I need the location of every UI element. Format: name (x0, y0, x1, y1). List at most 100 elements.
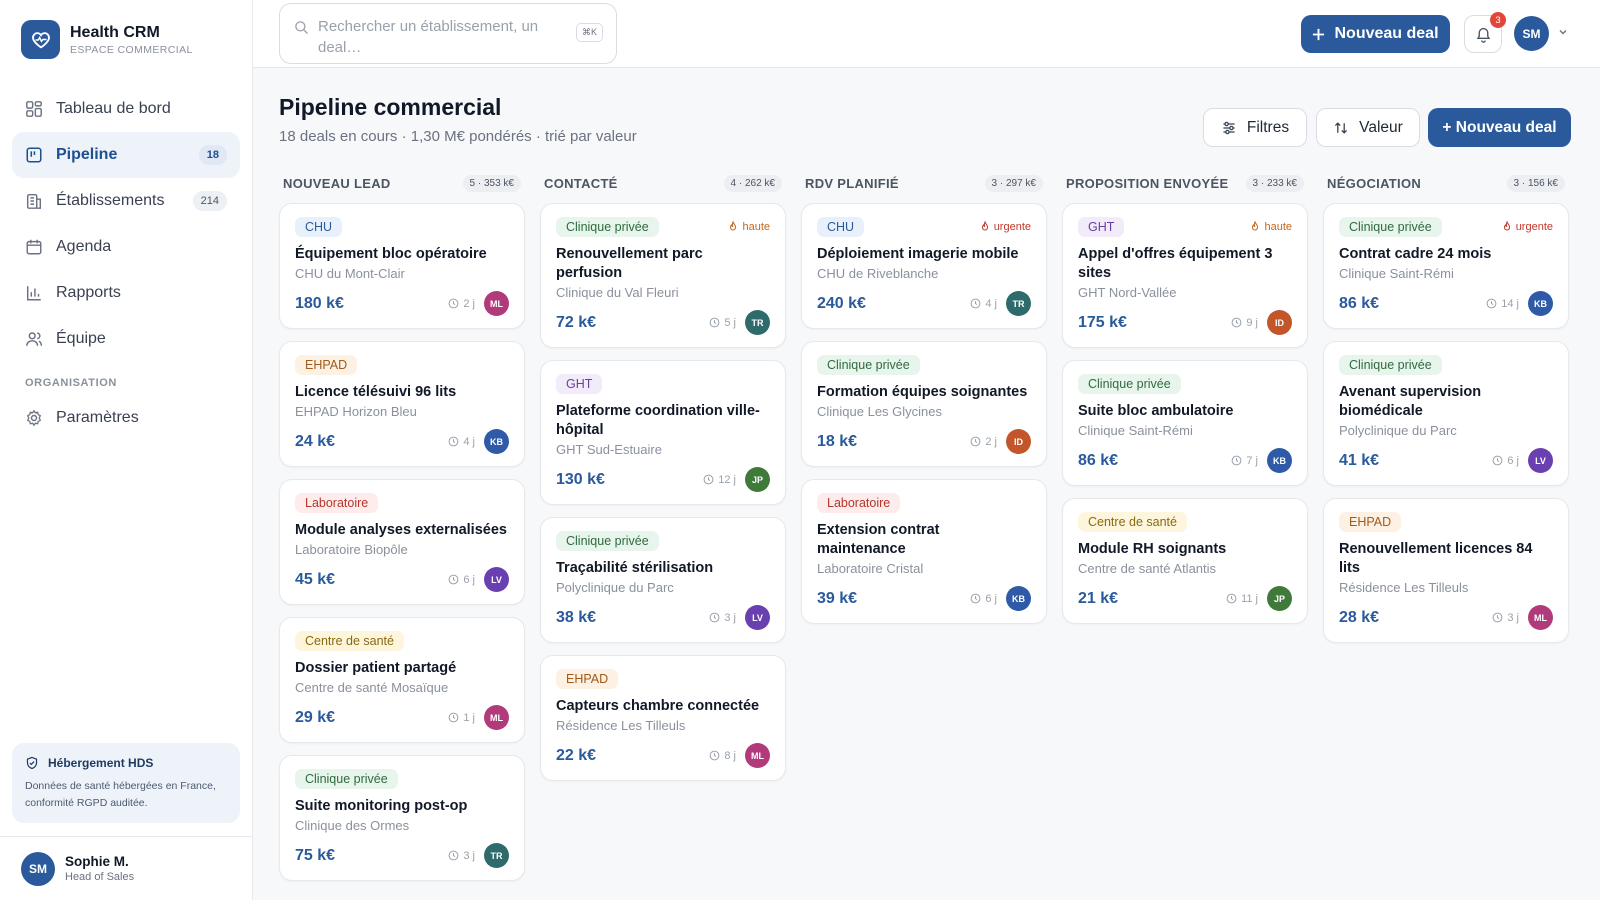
owner-avatar[interactable]: ML (745, 743, 770, 768)
new-deal-header-label: + Nouveau deal (1442, 118, 1557, 136)
category-tag: Centre de santé (295, 630, 404, 651)
deal-card[interactable]: Centre de santé Module RH soignants Centre… (1062, 498, 1308, 624)
owner-avatar[interactable]: ML (1528, 605, 1553, 630)
calendar-icon (26, 239, 42, 255)
card-list: CHU urgente Déploiement imagerie mobile CHU… (801, 203, 1047, 624)
deal-age-label: 6 j (985, 592, 997, 605)
deal-age: 4 j (448, 436, 475, 448)
deal-card[interactable]: Laboratoire Extension contrat maintenance… (801, 479, 1047, 624)
owner-avatar[interactable]: JP (1267, 586, 1292, 611)
sidebar-item-pipeline[interactable]: Pipeline 18 (12, 132, 240, 178)
clock-icon (448, 712, 459, 723)
owner-avatar[interactable]: KB (484, 429, 509, 454)
kanban-board: NOUVEAU LEAD 5 · 353 k€ CHU Équipement bloc… (279, 171, 1584, 893)
column-header: PROPOSITION ENVOYÉE 3 · 233 k€ (1062, 171, 1308, 195)
category-tag: Clinique privée (556, 216, 659, 237)
deal-card[interactable]: EHPAD Licence télésuivi 96 lits EHPAD Hori… (279, 341, 525, 467)
priority-label: haute (742, 220, 770, 233)
deal-organization: Clinique des Ormes (295, 818, 410, 833)
deal-card[interactable]: EHPAD Capteurs chambre connectée Résidence… (540, 655, 786, 781)
owner-avatar[interactable]: TR (1006, 291, 1031, 316)
deal-amount: 180 k€ (295, 294, 344, 312)
deal-card[interactable]: GHT Plateforme coordination ville-hôpital… (540, 360, 786, 505)
owner-avatar[interactable]: KB (1528, 291, 1553, 316)
clock-icon (448, 436, 459, 447)
deal-organization: Clinique du Val Fleuri (556, 285, 679, 300)
deal-age: 9 j (1231, 317, 1258, 329)
user-profile[interactable]: SM Sophie M. Head of Sales (0, 836, 253, 900)
deal-card[interactable]: CHU Équipement bloc opératoire CHU du Mont… (279, 203, 525, 329)
deal-card[interactable]: Clinique privée Suite monitoring post-op C… (279, 755, 525, 881)
avatar[interactable]: SM (1514, 16, 1549, 51)
gear-icon (26, 409, 42, 427)
deal-card[interactable]: Clinique privée haute Renouvellement parc … (540, 203, 786, 348)
deal-card[interactable]: GHT haute Appel d'offres équipement 3 site… (1062, 203, 1308, 348)
owner-avatar[interactable]: ID (1006, 429, 1031, 454)
deal-card[interactable]: EHPAD Renouvellement licences 84 lits Rési… (1323, 498, 1569, 643)
column-header: CONTACTÉ 4 · 262 k€ (540, 171, 786, 195)
category-tag: Clinique privée (1078, 373, 1181, 394)
priority-badge: urgente (980, 221, 1031, 233)
deal-amount: 38 k€ (556, 608, 597, 626)
category-tag: CHU (295, 216, 343, 237)
nav-section-label: ORGANISATION (25, 377, 117, 389)
owner-avatar[interactable]: TR (745, 310, 770, 335)
sidebar-item-agenda[interactable]: Agenda (12, 224, 240, 270)
sidebar-item-rapports[interactable]: Rapports (12, 270, 240, 316)
owner-avatar[interactable]: LV (745, 605, 770, 630)
deal-title: Avenant supervision biomédicale (1339, 384, 1482, 419)
owner-avatar[interactable]: KB (1267, 448, 1292, 473)
deal-card[interactable]: Clinique privée Avenant supervision biomé… (1323, 341, 1569, 486)
sidebar-item-equipe[interactable]: Équipe (12, 316, 240, 362)
deal-amount: 22 k€ (556, 746, 597, 764)
owner-avatar[interactable]: JP (745, 467, 770, 492)
deal-organization: GHT Nord-Vallée (1078, 285, 1177, 300)
owner-avatar[interactable]: LV (1528, 448, 1553, 473)
deal-card[interactable]: Clinique privée Traçabilité stérilisation… (540, 517, 786, 643)
sidebar-item-parametres[interactable]: Paramètres (12, 395, 240, 441)
sidebar-nav: Tableau de bord Pipeline 18 Établissemen… (12, 86, 240, 441)
search-input[interactable]: Rechercher un établissement, un deal… ⌘K (279, 3, 617, 64)
sidebar-item-dashboard[interactable]: Tableau de bord (12, 86, 240, 132)
column-summary-badge: 3 · 233 k€ (1245, 174, 1304, 192)
filters-button[interactable]: Filtres (1203, 108, 1307, 147)
flame-icon (1252, 221, 1259, 231)
deal-age-label: 7 j (1246, 454, 1258, 467)
owner-avatar[interactable]: KB (1006, 586, 1031, 611)
notifications-button[interactable]: 3 (1464, 12, 1506, 53)
deal-age: 8 j (709, 750, 736, 762)
category-tag: Laboratoire (817, 492, 901, 513)
hds-title: Hébergement HDS (48, 756, 154, 770)
chevron-down-icon[interactable] (1558, 27, 1568, 37)
column-summary-badge: 4 · 262 k€ (723, 174, 782, 192)
clock-icon (1231, 317, 1242, 328)
deal-card[interactable]: CHU urgente Déploiement imagerie mobile CHU… (801, 203, 1047, 329)
owner-avatar[interactable]: ML (484, 705, 509, 730)
pipeline-column: PROPOSITION ENVOYÉE 3 · 233 k€ GHT haute App… (1062, 171, 1308, 893)
deal-title: Suite bloc ambulatoire (1078, 403, 1234, 419)
sidebar-item-etablissements[interactable]: Établissements 214 (12, 178, 240, 224)
plus-icon (1313, 28, 1325, 40)
deal-age-label: 8 j (724, 749, 736, 762)
building-icon (26, 193, 42, 209)
new-deal-button[interactable]: Nouveau deal (1301, 15, 1450, 53)
sort-button[interactable]: Valeur (1316, 108, 1420, 147)
deal-age: 4 j (970, 298, 997, 310)
deal-card[interactable]: Clinique privée urgente Contrat cadre 24 m… (1323, 203, 1569, 329)
deal-card[interactable]: Clinique privée Suite bloc ambulatoire Cli… (1062, 360, 1308, 486)
clock-icon (709, 612, 720, 623)
deal-card[interactable]: Laboratoire Module analyses externalisées… (279, 479, 525, 605)
owner-avatar[interactable]: ID (1267, 310, 1292, 335)
owner-avatar[interactable]: LV (484, 567, 509, 592)
deal-card[interactable]: Centre de santé Dossier patient partagé Ce… (279, 617, 525, 743)
owner-avatar[interactable]: ML (484, 291, 509, 316)
deal-organization: Résidence Les Tilleuls (556, 718, 686, 733)
deal-amount: 39 k€ (817, 589, 858, 607)
deal-title: Déploiement imagerie mobile (817, 246, 1019, 262)
new-deal-header-button[interactable]: + Nouveau deal (1428, 108, 1571, 147)
brand[interactable]: Health CRM ESPACE COMMERCIAL (21, 20, 193, 59)
avatar: SM (21, 851, 55, 886)
owner-avatar[interactable]: TR (484, 843, 509, 868)
clock-icon (1492, 455, 1503, 466)
deal-card[interactable]: Clinique privée Formation équipes soignan… (801, 341, 1047, 467)
